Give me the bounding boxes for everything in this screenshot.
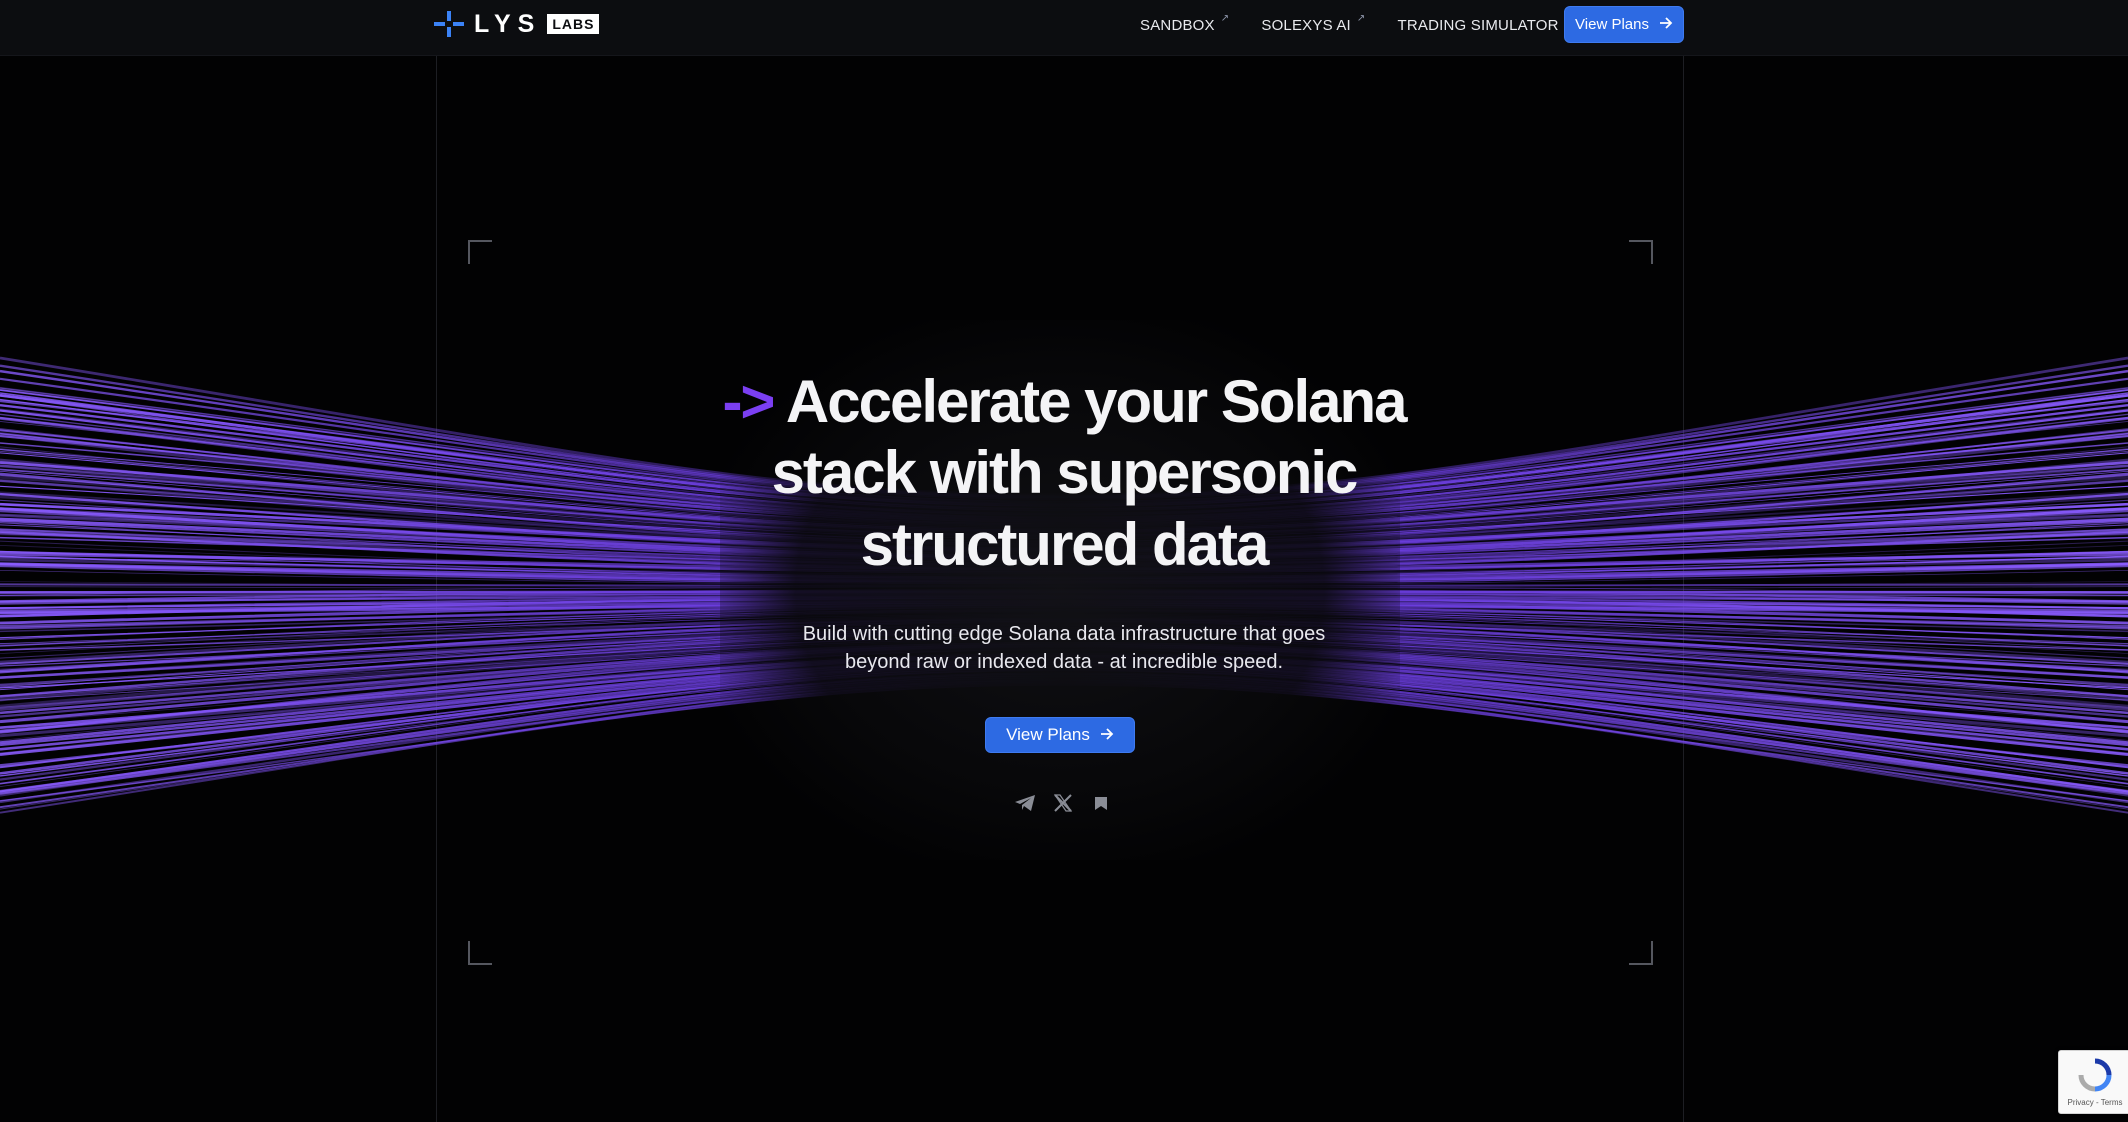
lys-labs-logo[interactable]: LYS LABS <box>434 10 600 38</box>
telegram-icon[interactable] <box>1014 792 1036 814</box>
arrow-right-icon <box>1659 16 1673 33</box>
button-label: View Plans <box>1006 725 1090 744</box>
recaptcha-badge[interactable]: Privacy - Terms <box>2058 1050 2128 1114</box>
nav-link-label: SANDBOX <box>1140 16 1215 34</box>
headline-text: Accelerate your Solana <box>785 368 1408 435</box>
logo-badge: LABS <box>547 14 600 34</box>
crosshair-logo-icon <box>434 11 464 37</box>
recaptcha-links: Privacy - Terms <box>2067 1098 2123 1107</box>
arrow-right-icon <box>1100 725 1114 745</box>
subtitle-line-1: Build with cutting edge Solana data infr… <box>802 623 1326 645</box>
accent-arrow: -> <box>722 368 775 435</box>
nav-link-solexys-ai[interactable]: SOLEXYS AI ↗ <box>1261 13 1365 34</box>
x-icon[interactable] <box>1052 792 1074 814</box>
button-label: View Plans <box>1575 16 1649 33</box>
headline-line-1: -> Accelerate your Solana <box>0 366 2128 438</box>
hero-view-plans-button[interactable]: View Plans <box>985 717 1135 753</box>
top-navbar: LYS LABS SANDBOX ↗ SOLEXYS AI ↗ TRADING … <box>0 0 2128 56</box>
nav-links: SANDBOX ↗ SOLEXYS AI ↗ TRADING SIMULATOR… <box>1140 0 1605 50</box>
nav-link-trading-simulator[interactable]: TRADING SIMULATOR ↗ <box>1397 13 1574 34</box>
nav-link-label: TRADING SIMULATOR <box>1397 16 1559 34</box>
headline-line-2: stack with supersonic <box>771 439 1359 506</box>
nav-link-sandbox[interactable]: SANDBOX ↗ <box>1140 13 1229 34</box>
nav-view-plans-button[interactable]: View Plans <box>1564 6 1684 43</box>
logo-wordmark: LYS <box>474 10 542 38</box>
headline-line-3: structured data <box>860 511 1270 578</box>
social-links <box>1014 792 1128 814</box>
external-arrow-icon: ↗ <box>1220 12 1230 24</box>
external-arrow-icon: ↗ <box>1356 12 1366 24</box>
bookmark-icon[interactable] <box>1090 792 1112 814</box>
nav-link-label: SOLEXYS AI <box>1261 16 1351 34</box>
hero-section: -> Accelerate your Solana stack with sup… <box>0 0 2128 1122</box>
subtitle-line-2: beyond raw or indexed data - at incredib… <box>844 651 1284 673</box>
recaptcha-icon <box>2077 1057 2113 1098</box>
